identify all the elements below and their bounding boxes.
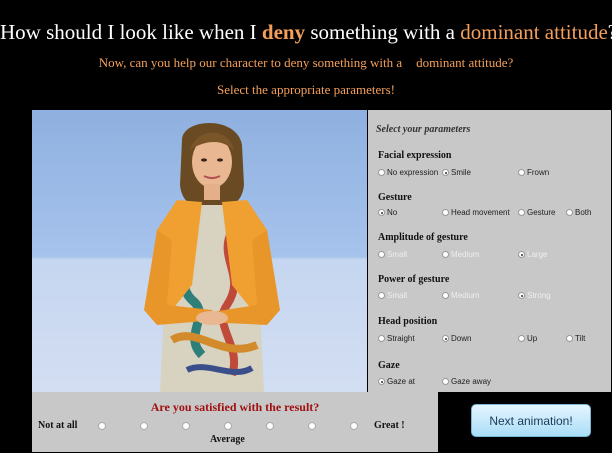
title-keyword-deny: deny [261,20,306,44]
radio-up[interactable]: Up [518,334,537,343]
character-figure [144,122,280,392]
gesture-label: Gesture [378,192,412,203]
radio-head-movement[interactable]: Head movement [442,208,510,217]
rating-option-3[interactable] [182,422,190,430]
rating-panel: Are you satisfied with the result? Not a… [32,392,438,452]
rating-option-7[interactable] [350,422,358,430]
radio-both[interactable]: Both [566,208,591,217]
gaze-label: Gaze [378,360,400,371]
radio-straight[interactable]: Straight [378,334,415,343]
power-label: Power of gesture [378,274,450,285]
radio-gesture-no[interactable]: No [378,208,397,217]
rating-option-6[interactable] [308,422,316,430]
title-part-1: How should I look like when I [0,20,262,44]
next-animation-button[interactable]: Next animation! [471,404,591,437]
character-viewport [32,110,367,392]
radio-tilt[interactable]: Tilt [566,334,585,343]
radio-power-medium[interactable]: Medium [442,291,479,300]
rating-mid-label: Average [210,434,245,445]
title-part-3: something with a [305,20,461,44]
radio-gaze-at[interactable]: Gaze at [378,377,415,386]
parameters-panel: Select your parameters Facial expression… [368,110,611,392]
radio-frown[interactable]: Frown [518,168,549,177]
rating-option-4[interactable] [224,422,232,430]
radio-amplitude-small[interactable]: Small [378,250,407,259]
amplitude-label: Amplitude of gesture [378,232,468,243]
radio-amplitude-medium[interactable]: Medium [442,250,479,259]
rating-option-5[interactable] [266,422,274,430]
radio-no-expression[interactable]: No expression [378,168,438,177]
page-title: How should I look like when I deny somet… [0,20,612,45]
head-position-label: Head position [378,316,438,327]
rating-low-label: Not at all [38,420,78,431]
instruction: Select the appropriate parameters! [217,82,395,97]
subtitle: Now, can you help our character to deny … [0,55,612,71]
title-part-5: ? [608,20,612,44]
panel-title: Select your parameters [376,124,471,135]
radio-gesture[interactable]: Gesture [518,208,555,217]
subtitle-part-2: dominant attitude? [416,55,514,70]
facial-expression-label: Facial expression [378,150,452,161]
radio-gaze-away[interactable]: Gaze away [442,377,491,386]
radio-power-small[interactable]: Small [378,291,407,300]
radio-smile[interactable]: Smile [442,168,471,177]
rating-question: Are you satisfied with the result? [150,400,320,414]
radio-down[interactable]: Down [442,334,471,343]
rating-option-2[interactable] [140,422,148,430]
rating-high-label: Great ! [374,420,405,431]
subtitle-part-1: Now, can you help our character to deny … [98,55,403,70]
title-keyword-attitude: dominant attitude [460,20,608,44]
radio-power-strong[interactable]: Strong [518,291,551,300]
rating-option-1[interactable] [98,422,106,430]
radio-amplitude-large[interactable]: Large [518,250,547,259]
